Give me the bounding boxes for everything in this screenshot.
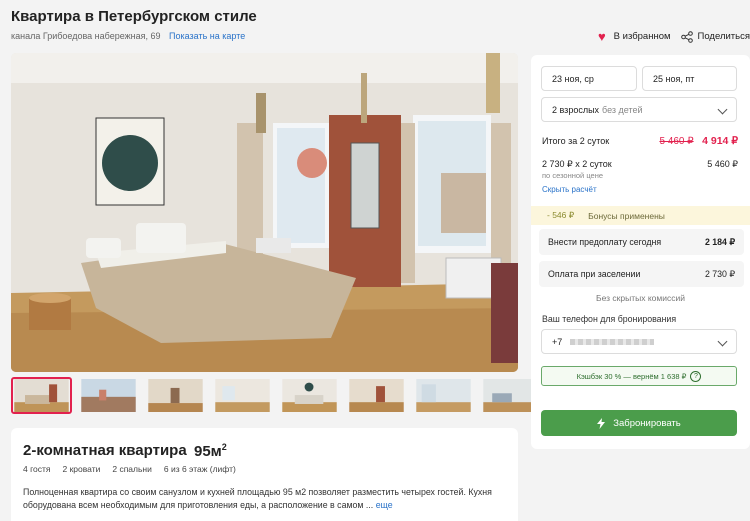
help-icon[interactable]: ? (690, 370, 702, 382)
show-on-map-link[interactable]: Показать на карте (169, 31, 245, 41)
guests-value: 2 взрослых (552, 104, 600, 115)
old-price: 5 460 ₽ (659, 136, 694, 147)
guests-select[interactable]: 2 взрослых без детей (541, 97, 737, 122)
thumbnail-strip (11, 377, 541, 414)
phone-prefix: +7 (552, 336, 563, 347)
checkin-pay-label: Оплата при заселении (548, 269, 641, 279)
listing-card: 2-комнатная квартира 95м2 4 гостя 2 кров… (11, 428, 518, 521)
share-icon (680, 30, 693, 43)
thumbnail[interactable] (78, 377, 139, 414)
area: 95м2 (194, 442, 227, 460)
thumbnail-image (416, 379, 471, 412)
thumbnail-image (14, 379, 69, 412)
room-type: 2-комнатная квартира (23, 442, 187, 459)
discount-value: - 546 ₽ (547, 210, 575, 220)
chevron-down-icon (717, 336, 728, 347)
checkin-date-field[interactable]: 23 ноя, ср (541, 66, 637, 91)
nightly-row: 2 730 ₽ x 2 суток 5 460 ₽ (542, 159, 738, 170)
bonus-bar: - 546 ₽ Бонусы применены (531, 206, 750, 225)
checkout-date-field[interactable]: 25 ноя, пт (642, 66, 737, 91)
heart-icon: ♥ (597, 29, 606, 44)
thumbnail-image (81, 379, 136, 412)
page-title: Квартира в Петербургском стиле (11, 8, 257, 25)
address: канала Грибоедова набережная, 69 Показат… (11, 31, 245, 41)
description: Полноценная квартира со своим санузлом и… (23, 486, 503, 512)
seasonal-note: по сезонной цене (542, 171, 604, 180)
favorite-button[interactable]: ♥ В избранном (598, 30, 671, 43)
phone-number-masked (570, 338, 655, 345)
main-photo[interactable] (11, 53, 518, 372)
bedroom-photo-image (11, 53, 518, 372)
feature-guests: 4 гостя (23, 464, 51, 474)
thumbnail[interactable] (145, 377, 206, 414)
hide-breakdown-link[interactable]: Скрыть расчёт (542, 185, 597, 194)
area-unit-sup: 2 (221, 442, 227, 452)
phone-label: Ваш телефон для бронирования (542, 314, 677, 324)
thumbnail[interactable] (212, 377, 273, 414)
guests-note: без детей (602, 104, 643, 115)
cashback-banner: Кэшбэк 30 % — вернём 1 638 ₽ ? (541, 366, 737, 386)
more-link[interactable]: еще (376, 500, 393, 510)
checkin-pay-value: 2 730 ₽ (704, 268, 735, 279)
nightly-label: 2 730 ₽ x 2 суток (542, 159, 612, 169)
checkout-date: 25 ноя, пт (653, 73, 695, 84)
book-button[interactable]: Забронировать (541, 410, 737, 436)
prepay-value: 2 184 ₽ (704, 236, 735, 247)
area-value: 95м (194, 443, 222, 460)
total-price: 5 460 ₽ 4 914 ₽ (659, 135, 738, 147)
top-actions: ♥ В избранном Поделиться (588, 30, 750, 43)
total-label: Итого за 2 суток (542, 136, 610, 146)
checkin-pay-box: Оплата при заселении 2 730 ₽ (539, 261, 744, 287)
thumbnail-image (349, 379, 404, 412)
thumbnail[interactable] (11, 377, 72, 414)
thumbnail[interactable] (346, 377, 407, 414)
nightly-total: 5 460 ₽ (707, 159, 738, 169)
booking-panel: 23 ноя, ср 25 ноя, пт 2 взрослых без дет… (531, 55, 750, 449)
prepay-box: Внести предоплату сегодня 2 184 ₽ (539, 229, 744, 255)
feature-beds: 2 кровати (62, 464, 101, 474)
cashback-text: Кэшбэк 30 % — вернём 1 638 ₽ (576, 371, 687, 381)
thumbnail-image (282, 379, 337, 412)
no-fees-note: Без скрытых комиссий (596, 293, 685, 303)
feature-floor: 6 из 6 этаж (лифт) (163, 464, 236, 474)
book-button-label: Забронировать (613, 417, 681, 429)
total-row: Итого за 2 суток 5 460 ₽ 4 914 ₽ (542, 135, 738, 147)
thumbnail-image (215, 379, 270, 412)
new-price: 4 914 ₽ (702, 135, 738, 147)
prepay-label: Внести предоплату сегодня (548, 237, 662, 247)
features: 4 гостя 2 кровати 2 спальни 6 из 6 этаж … (23, 464, 236, 474)
thumbnail-image (148, 379, 203, 412)
phone-input[interactable]: +7 (541, 329, 737, 354)
favorite-label: В избранном (613, 31, 671, 42)
chevron-down-icon (717, 104, 728, 115)
feature-bedrooms: 2 спальни (112, 464, 152, 474)
lightning-icon (597, 417, 606, 429)
thumbnail[interactable] (279, 377, 340, 414)
share-button[interactable]: Поделиться (680, 30, 750, 43)
bonus-label: Бонусы применены (588, 210, 665, 221)
checkin-date: 23 ноя, ср (552, 73, 594, 84)
share-label: Поделиться (697, 31, 750, 42)
address-text: канала Грибоедова набережная, 69 (11, 31, 161, 41)
thumbnail[interactable] (413, 377, 474, 414)
description-text: Полноценная квартира со своим санузлом и… (23, 487, 492, 510)
